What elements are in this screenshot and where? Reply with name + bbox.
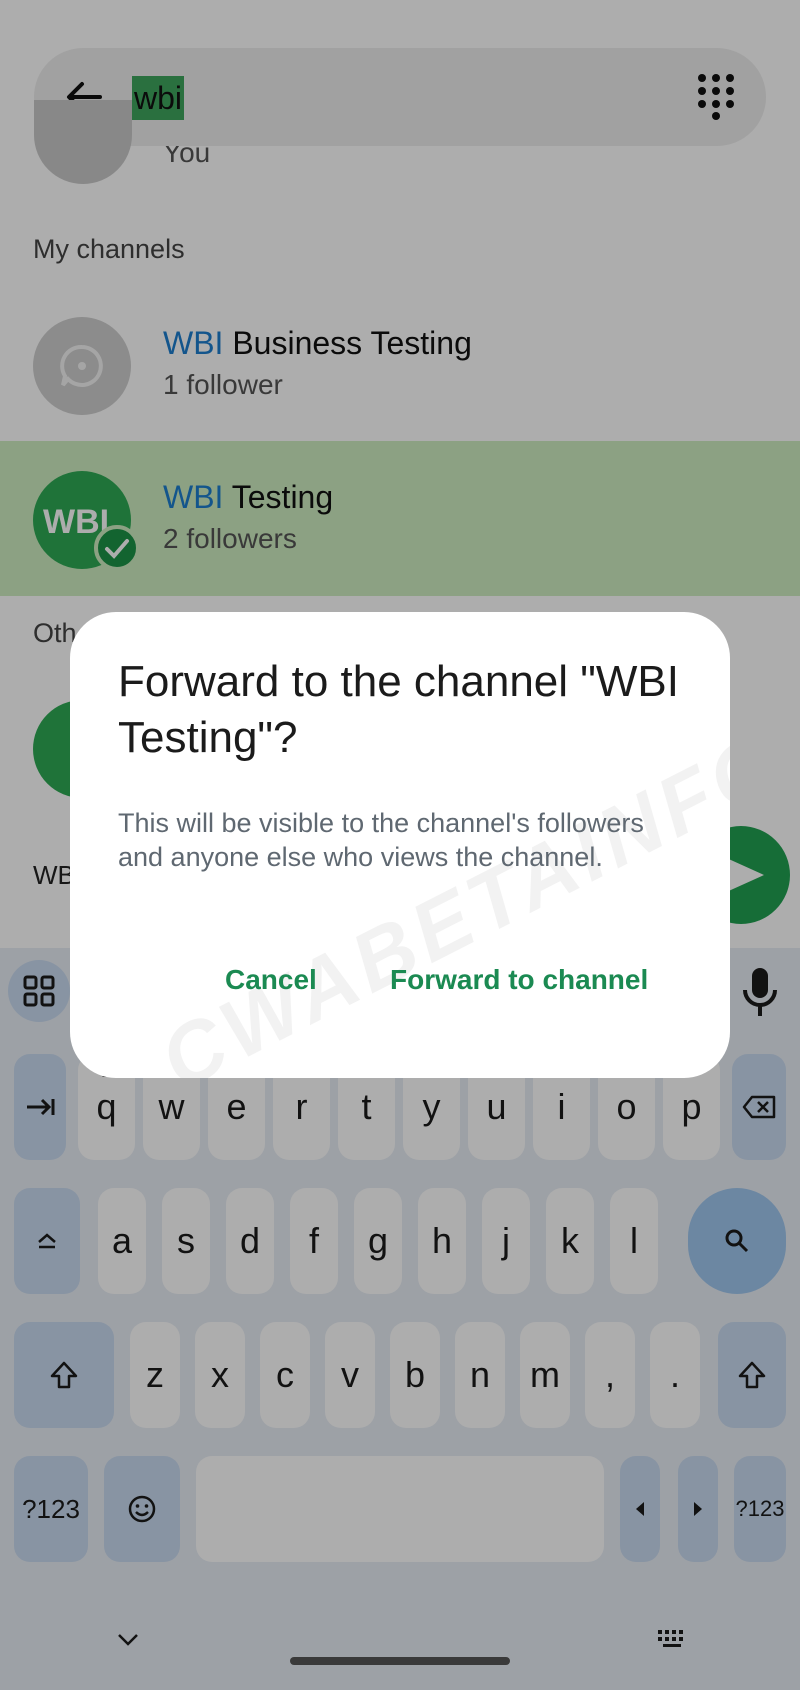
watermark-text: CWABETAINFO <box>145 712 730 1078</box>
home-gesture-bar[interactable] <box>290 1657 510 1665</box>
dialog-title: Forward to the channel "WBI Testing"? <box>118 657 679 762</box>
forward-confirm-dialog: CWABETAINFO Forward to the channel "WBI … <box>70 612 730 1078</box>
forward-to-channel-button[interactable]: Forward to channel <box>390 964 648 996</box>
cancel-button[interactable]: Cancel <box>225 964 317 996</box>
dialog-body: This will be visible to the channel's fo… <box>118 808 644 872</box>
